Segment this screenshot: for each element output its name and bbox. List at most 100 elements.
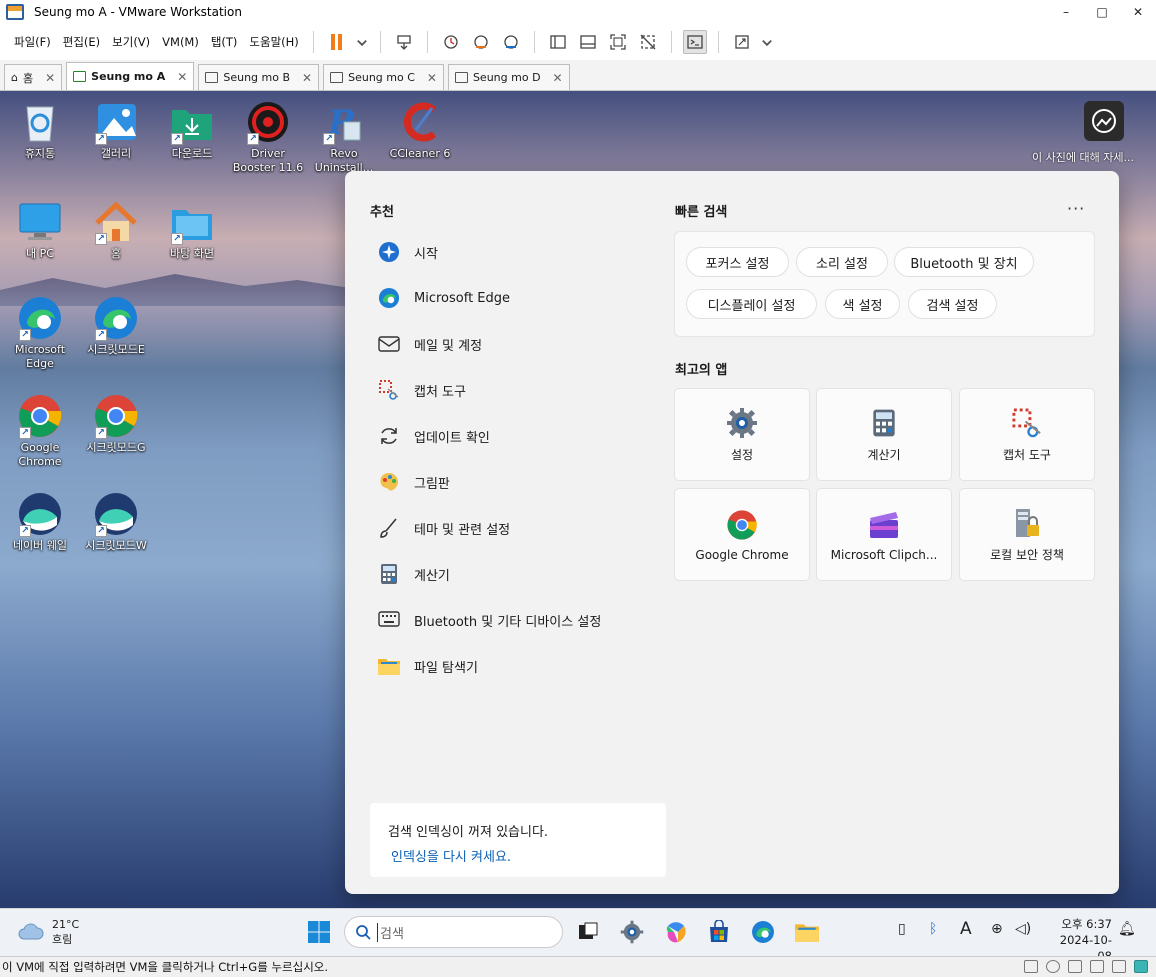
quick-search-chip[interactable]: 소리 설정: [796, 247, 888, 277]
desktop-icon-gallery[interactable]: ↗ 갤러리: [78, 99, 154, 161]
tab-seung-mo-d[interactable]: Seung mo D ✕: [447, 64, 570, 90]
usb-device-icon[interactable]: [1090, 960, 1104, 973]
title-bar: Seung mo A - VMware Workstation – □ ✕: [0, 0, 1156, 24]
app-card-snipping-tool[interactable]: 캡처 도구: [959, 388, 1095, 481]
close-tab-icon[interactable]: ✕: [553, 71, 563, 85]
message-log-icon[interactable]: [1134, 960, 1148, 973]
quick-search-chip[interactable]: 검색 설정: [908, 289, 997, 319]
network-icon[interactable]: ⊕: [991, 921, 1003, 937]
more-options-button[interactable]: ···: [1067, 199, 1085, 218]
copilot-icon[interactable]: [663, 919, 689, 945]
microsoft-store-icon[interactable]: [706, 919, 732, 945]
quick-search-chip[interactable]: 색 설정: [825, 289, 900, 319]
list-item[interactable]: Bluetooth 및 기타 디바이스 설정: [377, 597, 647, 643]
app-card-clipchamp[interactable]: Microsoft Clipch...: [816, 488, 952, 581]
desktop-icon-naver-whale[interactable]: ↗ 네이버 웨일: [2, 491, 78, 553]
file-explorer-icon[interactable]: [794, 919, 820, 945]
close-tab-icon[interactable]: ✕: [302, 71, 312, 85]
chevron-down-icon[interactable]: [355, 30, 369, 54]
close-tab-icon[interactable]: ✕: [177, 70, 187, 84]
stretch-guest-icon[interactable]: [730, 30, 754, 54]
usb-icon[interactable]: ▯: [898, 921, 906, 937]
list-item[interactable]: 파일 탐색기: [377, 643, 647, 689]
chrome-icon: [725, 508, 759, 542]
list-item[interactable]: 계산기: [377, 551, 647, 597]
app-card-label: Google Chrome: [695, 547, 789, 562]
weather-widget[interactable]: 21°C 흐림: [18, 917, 79, 947]
menu-file[interactable]: 파일(F): [8, 34, 57, 50]
status-bar: 이 VM에 직접 입력하려면 VM을 클릭하거나 Ctrl+G를 누르십시오.: [0, 956, 1156, 977]
chevron-down-icon[interactable]: [760, 30, 774, 54]
menu-edit[interactable]: 편집(E): [57, 34, 106, 50]
sound-card-icon[interactable]: [1112, 960, 1126, 973]
menu-vm[interactable]: VM(M): [156, 35, 205, 49]
tab-home[interactable]: ⌂ 홈 ✕: [4, 64, 63, 90]
app-card-calculator[interactable]: 계산기: [816, 388, 952, 481]
bluetooth-icon[interactable]: ᛒ: [929, 921, 937, 937]
full-screen-icon[interactable]: [606, 30, 630, 54]
desktop-icon-google-chrome[interactable]: ↗ Google Chrome: [2, 393, 78, 469]
list-item[interactable]: 캡처 도구: [377, 367, 647, 413]
close-tab-icon[interactable]: ✕: [427, 71, 437, 85]
camera-icon[interactable]: [1084, 101, 1124, 141]
desktop-icon-downloads[interactable]: ↗ 다운로드: [154, 99, 230, 161]
tab-seung-mo-c[interactable]: Seung mo C ✕: [323, 64, 444, 90]
snapshot-icon[interactable]: [439, 30, 463, 54]
list-item[interactable]: 메일 및 계정: [377, 321, 647, 367]
desktop-icon-secret-mode-w[interactable]: ↗ 시크릿모드W: [78, 491, 154, 553]
notification-bell-icon[interactable]: 🔔︎: [1118, 921, 1136, 937]
home-icon: ⌂: [11, 71, 18, 84]
close-button[interactable]: ✕: [1120, 0, 1156, 24]
tab-seung-mo-b[interactable]: Seung mo B ✕: [198, 64, 320, 90]
unity-icon[interactable]: [636, 30, 660, 54]
guest-desktop[interactable]: 휴지통 ↗ 갤러리 ↗ 다운로드 ↗ Driver Booster 11.6 R…: [0, 91, 1156, 908]
app-card-settings[interactable]: 설정: [674, 388, 810, 481]
quick-search-chip[interactable]: 디스플레이 설정: [686, 289, 817, 319]
console-view-icon[interactable]: [682, 30, 707, 54]
send-ctrl-alt-del-icon[interactable]: [392, 30, 416, 54]
list-item[interactable]: 테마 및 관련 설정: [377, 505, 647, 551]
desktop-icon-driver-booster[interactable]: ↗ Driver Booster 11.6: [230, 99, 306, 175]
desktop-icon-recycle-bin[interactable]: 휴지통: [2, 99, 78, 161]
minimize-button[interactable]: –: [1048, 0, 1084, 24]
task-view-icon[interactable]: [575, 919, 601, 945]
list-item[interactable]: 시작: [377, 229, 647, 275]
pause-icon[interactable]: [325, 30, 349, 54]
menu-tabs[interactable]: 탭(T): [205, 34, 244, 50]
volume-icon[interactable]: ◁): [1015, 921, 1031, 937]
app-card-local-security-policy[interactable]: 로컬 보안 정책: [959, 488, 1095, 581]
ime-indicator-icon[interactable]: A: [960, 919, 972, 939]
settings-gear-icon[interactable]: [619, 919, 645, 945]
sidebar-toggle-icon[interactable]: [546, 30, 570, 54]
cd-drive-icon[interactable]: [1046, 960, 1060, 973]
close-tab-icon[interactable]: ✕: [45, 71, 55, 85]
desktop-icon-home[interactable]: ↗ 홈: [78, 199, 154, 261]
desktop-icon-secret-mode-e[interactable]: ↗ 시크릿모드E: [78, 295, 154, 357]
revert-snapshot-icon[interactable]: [469, 30, 493, 54]
network-adapter-icon[interactable]: [1068, 960, 1082, 973]
taskbar-search-input[interactable]: 검색: [344, 916, 563, 948]
desktop-icon-secret-mode-g[interactable]: ↗ 시크릿모드G: [78, 393, 154, 455]
hard-disk-icon[interactable]: [1024, 960, 1038, 973]
list-item[interactable]: 업데이트 확인: [377, 413, 647, 459]
snapshot-manager-icon[interactable]: [499, 30, 523, 54]
maximize-button[interactable]: □: [1084, 0, 1120, 24]
desktop-icon-revo-uninstaller[interactable]: R ↗ Revo Uninstall...: [306, 99, 382, 175]
quick-search-chip[interactable]: Bluetooth 및 장치: [894, 247, 1034, 277]
windows-start-icon[interactable]: [306, 919, 332, 945]
enable-indexing-link[interactable]: 인덱싱을 다시 켜세요.: [391, 846, 666, 865]
list-item[interactable]: Microsoft Edge: [377, 275, 647, 321]
menu-help[interactable]: 도움말(H): [243, 34, 304, 50]
tab-seung-mo-a[interactable]: Seung mo A ✕: [66, 62, 195, 90]
thumbnail-bar-icon[interactable]: [576, 30, 600, 54]
app-card-google-chrome[interactable]: Google Chrome: [674, 488, 810, 581]
desktop-icon-ccleaner[interactable]: CCleaner 6: [382, 99, 458, 161]
quick-search-chip[interactable]: 포커스 설정: [686, 247, 789, 277]
edge-icon[interactable]: [750, 919, 776, 945]
desktop-icon-desktop-folder[interactable]: ↗ 바탕 화면: [154, 199, 230, 261]
list-item[interactable]: 그림판: [377, 459, 647, 505]
desktop-icon-this-pc[interactable]: 내 PC: [2, 199, 78, 261]
quick-search-box: 포커스 설정 소리 설정 Bluetooth 및 장치 디스플레이 설정 색 설…: [674, 231, 1095, 337]
menu-view[interactable]: 보기(V): [106, 34, 156, 50]
desktop-icon-microsoft-edge[interactable]: ↗ Microsoft Edge: [2, 295, 78, 371]
